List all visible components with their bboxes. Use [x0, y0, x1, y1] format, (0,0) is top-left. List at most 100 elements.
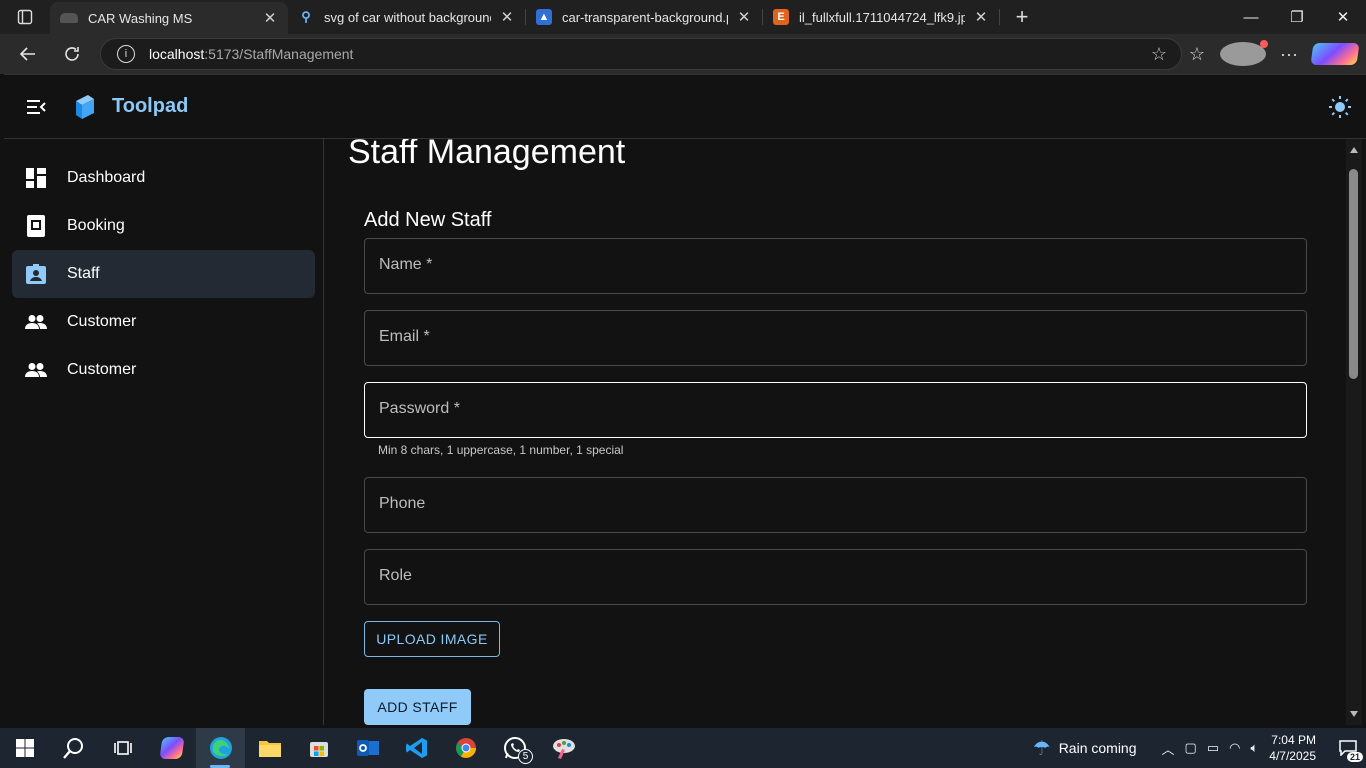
back-arrow-icon[interactable]: [6, 34, 50, 74]
new-tab-icon[interactable]: +: [1000, 0, 1044, 34]
image-favicon-icon: ▲: [536, 9, 552, 25]
whatsapp-icon[interactable]: 5: [490, 728, 539, 768]
car-favicon-icon: [60, 13, 78, 23]
page-title: Staff Management: [348, 139, 626, 171]
app-header: Toolpad: [4, 75, 1366, 139]
favorites-icon[interactable]: ☆: [1174, 44, 1220, 65]
show-hidden-icons-chevron-icon[interactable]: ︿: [1162, 739, 1175, 758]
browser-tab-search[interactable]: ⚲ svg of car without background - S ✕: [288, 0, 525, 34]
clock-time: 7:04 PM: [1271, 733, 1316, 747]
sidebar-item-customer-2[interactable]: Customer: [12, 346, 315, 394]
people-icon: [24, 358, 48, 382]
reload-icon[interactable]: [50, 34, 94, 74]
sidebar-nav: Dashboard Booking Staff Customer Custome…: [4, 139, 324, 725]
email-field-label: Email *: [379, 328, 430, 345]
sidebar-item-label: Customer: [67, 313, 137, 330]
task-view-icon[interactable]: [98, 728, 147, 768]
sidebar-item-dashboard[interactable]: Dashboard: [12, 154, 315, 202]
tab-actions-icon[interactable]: [0, 0, 50, 34]
weather-text: Rain coming: [1058, 740, 1137, 756]
name-field[interactable]: Name *: [364, 238, 1307, 294]
theme-toggle-sun-icon[interactable]: [1328, 95, 1352, 119]
browser-tools: ☆ ···: [1174, 34, 1360, 74]
system-tray: ☂ Rain coming ︿ ▢ ▭ ◠ 🔈︎ 7:04 PM 4/7/202…: [1033, 728, 1366, 768]
browser-tab-image[interactable]: ▲ car-transparent-background.png ✕: [526, 0, 762, 34]
close-tab-icon[interactable]: ✕: [262, 9, 278, 27]
system-clock[interactable]: 7:04 PM 4/7/2025: [1269, 732, 1316, 764]
search-favicon-icon: ⚲: [301, 9, 311, 24]
paint-app-icon[interactable]: [539, 728, 588, 768]
close-window-icon[interactable]: ✕: [1320, 0, 1366, 34]
windows-taskbar: 5 ☂ Rain coming ︿ ▢ ▭ ◠ 🔈︎ 7:04 PM 4/7/2…: [0, 728, 1366, 768]
browser-tab-etsy[interactable]: E il_fullxfull.1711044724_lfk9.jpg (30 ✕: [763, 0, 999, 34]
battery-icon[interactable]: ▭: [1207, 740, 1219, 756]
main-scrollbar[interactable]: [1346, 139, 1362, 725]
tab-title: il_fullxfull.1711044724_lfk9.jpg (30: [799, 9, 965, 25]
close-tab-icon[interactable]: ✕: [973, 8, 989, 26]
notification-badge: 5: [518, 749, 533, 764]
edge-browser-icon[interactable]: [196, 728, 245, 768]
sidebar-item-customer[interactable]: Customer: [12, 298, 315, 346]
toolpad-logo-icon: [76, 95, 94, 119]
main-content: Staff Management Add New Staff Name * Em…: [324, 139, 1346, 725]
notification-count: 21: [1346, 752, 1363, 762]
notification-center-icon[interactable]: 21: [1330, 728, 1366, 768]
site-info-icon[interactable]: i: [117, 45, 135, 63]
minimize-icon[interactable]: —: [1228, 0, 1274, 34]
window-controls: — ❐ ✕: [1228, 0, 1366, 34]
name-field-label: Name *: [379, 256, 433, 273]
app-brand[interactable]: Toolpad: [112, 95, 188, 118]
profile-avatar-icon[interactable]: [1220, 40, 1268, 66]
form-heading: Add New Staff: [364, 209, 492, 231]
scroll-up-icon[interactable]: [1350, 147, 1358, 153]
weather-widget[interactable]: ☂ Rain coming: [1033, 736, 1137, 761]
sidebar-item-label: Customer: [67, 361, 137, 378]
sidebar-item-label: Staff: [67, 265, 100, 282]
sidebar-item-label: Booking: [67, 217, 125, 234]
clock-date: 4/7/2025: [1269, 749, 1316, 763]
browser-tab-carwash[interactable]: CAR Washing MS ✕: [50, 2, 288, 34]
more-menu-icon[interactable]: ···: [1266, 44, 1312, 65]
microsoft-store-icon[interactable]: [294, 728, 343, 768]
sidebar-item-label: Dashboard: [67, 169, 146, 186]
password-field-label: Password *: [379, 400, 460, 417]
sidebar-item-staff[interactable]: Staff: [12, 250, 315, 298]
email-field[interactable]: Email *: [364, 310, 1307, 366]
favorite-star-icon[interactable]: ☆: [1151, 44, 1167, 65]
etsy-favicon-icon: E: [773, 9, 789, 25]
staff-badge-icon: [24, 262, 48, 286]
booking-icon: [24, 214, 48, 238]
phone-field-label: Phone: [379, 495, 426, 512]
copilot-icon[interactable]: [1310, 43, 1360, 65]
upload-image-button[interactable]: UPLOAD IMAGE: [364, 621, 500, 657]
wifi-icon[interactable]: ◠: [1229, 740, 1240, 756]
tab-title: CAR Washing MS: [88, 10, 193, 26]
chrome-icon[interactable]: [441, 728, 490, 768]
volume-icon[interactable]: 🔈︎: [1250, 740, 1258, 756]
phone-field[interactable]: Phone: [364, 477, 1307, 533]
meet-now-icon[interactable]: ▢: [1185, 740, 1197, 756]
browser-tabstrip: CAR Washing MS ✕ ⚲ svg of car without ba…: [0, 0, 1366, 34]
role-field[interactable]: Role: [364, 549, 1307, 605]
sidebar-item-booking[interactable]: Booking: [12, 202, 315, 250]
people-icon: [24, 310, 48, 334]
start-windows-icon[interactable]: [0, 728, 49, 768]
umbrella-rain-icon: ☂: [1032, 737, 1051, 760]
restore-icon[interactable]: ❐: [1274, 0, 1320, 34]
close-tab-icon[interactable]: ✕: [499, 8, 515, 26]
tab-title: svg of car without background - S: [324, 9, 491, 25]
copilot-taskbar-icon[interactable]: [147, 728, 196, 768]
search-icon[interactable]: [49, 728, 98, 768]
collapse-menu-icon[interactable]: [26, 97, 46, 117]
dashboard-icon: [24, 166, 48, 190]
add-staff-button[interactable]: ADD STAFF: [364, 689, 471, 725]
outlook-icon[interactable]: [343, 728, 392, 768]
browser-toolbar: i localhost:5173/StaffManagement ☆ ☆ ···: [0, 34, 1366, 74]
password-field[interactable]: Password *: [364, 382, 1307, 438]
scroll-down-icon[interactable]: [1350, 711, 1358, 717]
vscode-icon[interactable]: [392, 728, 441, 768]
scrollbar-thumb[interactable]: [1349, 169, 1358, 379]
address-bar[interactable]: i localhost:5173/StaffManagement ☆: [100, 38, 1182, 70]
file-explorer-icon[interactable]: [245, 728, 294, 768]
close-tab-icon[interactable]: ✕: [736, 8, 752, 26]
